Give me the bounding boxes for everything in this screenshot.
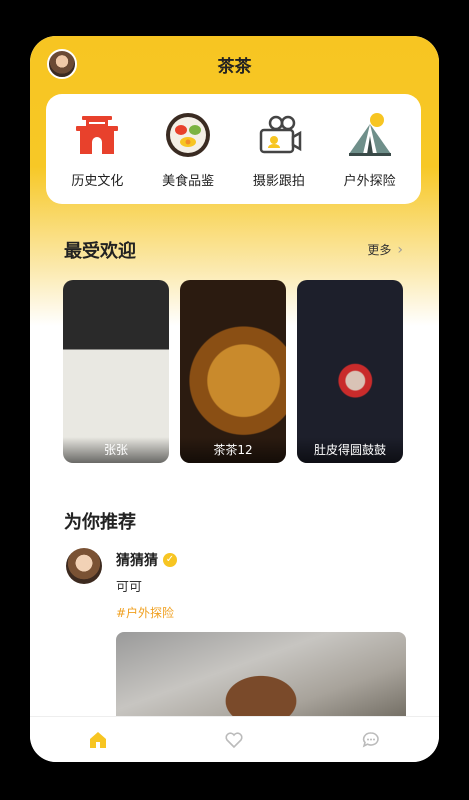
verified-icon: ✓ [163,553,177,567]
category-label: 历史文化 [71,173,124,189]
heart-icon[interactable] [223,729,245,751]
post-username[interactable]: 猜猜猜 ✓ [116,550,177,570]
app-screen: 茶茶 历史文化 美食品鉴 摄影跟拍 户外探险 最受欢迎 更多 › 张张 茶茶12… [30,36,439,762]
camera-icon [259,115,302,153]
category-label: 摄影跟拍 [252,173,305,189]
popular-card-name: 茶茶12 [180,437,286,463]
tent-icon [348,112,391,156]
more-link[interactable]: 更多 › [367,241,403,258]
category-photo[interactable]: 摄影跟拍 [237,110,321,189]
popular-list: 张张 茶茶12 肚皮得圆鼓鼓 [63,280,405,463]
avatar[interactable] [66,548,102,584]
chevron-right-icon: › [397,241,403,258]
dog-photo [206,662,316,722]
popular-card-name: 张张 [63,437,169,463]
food-plate-icon [166,112,211,157]
category-history[interactable]: 历史文化 [55,110,139,189]
post-text: 可可 [116,580,143,595]
popular-card[interactable]: 张张 [63,280,169,463]
top-bar: 茶茶 [30,36,439,94]
gate-icon [76,115,119,154]
home-icon[interactable] [87,729,109,751]
post-tag[interactable]: #户外探险 [116,604,174,621]
popular-card[interactable]: 茶茶12 [180,280,286,463]
category-label: 美食品鉴 [162,173,215,189]
category-label: 户外探险 [343,173,396,189]
category-food[interactable]: 美食品鉴 [146,110,230,189]
chat-icon[interactable] [360,729,382,751]
tab-bar [30,716,439,762]
category-card: 历史文化 美食品鉴 摄影跟拍 户外探险 [46,94,421,204]
post-image[interactable] [116,632,406,722]
category-outdoor[interactable]: 户外探险 [328,110,412,189]
popular-card-name: 肚皮得圆鼓鼓 [297,437,403,463]
popular-section-title: 最受欢迎 [62,237,136,265]
recommend-section-title: 为你推荐 [62,508,136,536]
popular-card[interactable]: 肚皮得圆鼓鼓 [297,280,403,463]
app-title: 茶茶 [217,57,252,77]
